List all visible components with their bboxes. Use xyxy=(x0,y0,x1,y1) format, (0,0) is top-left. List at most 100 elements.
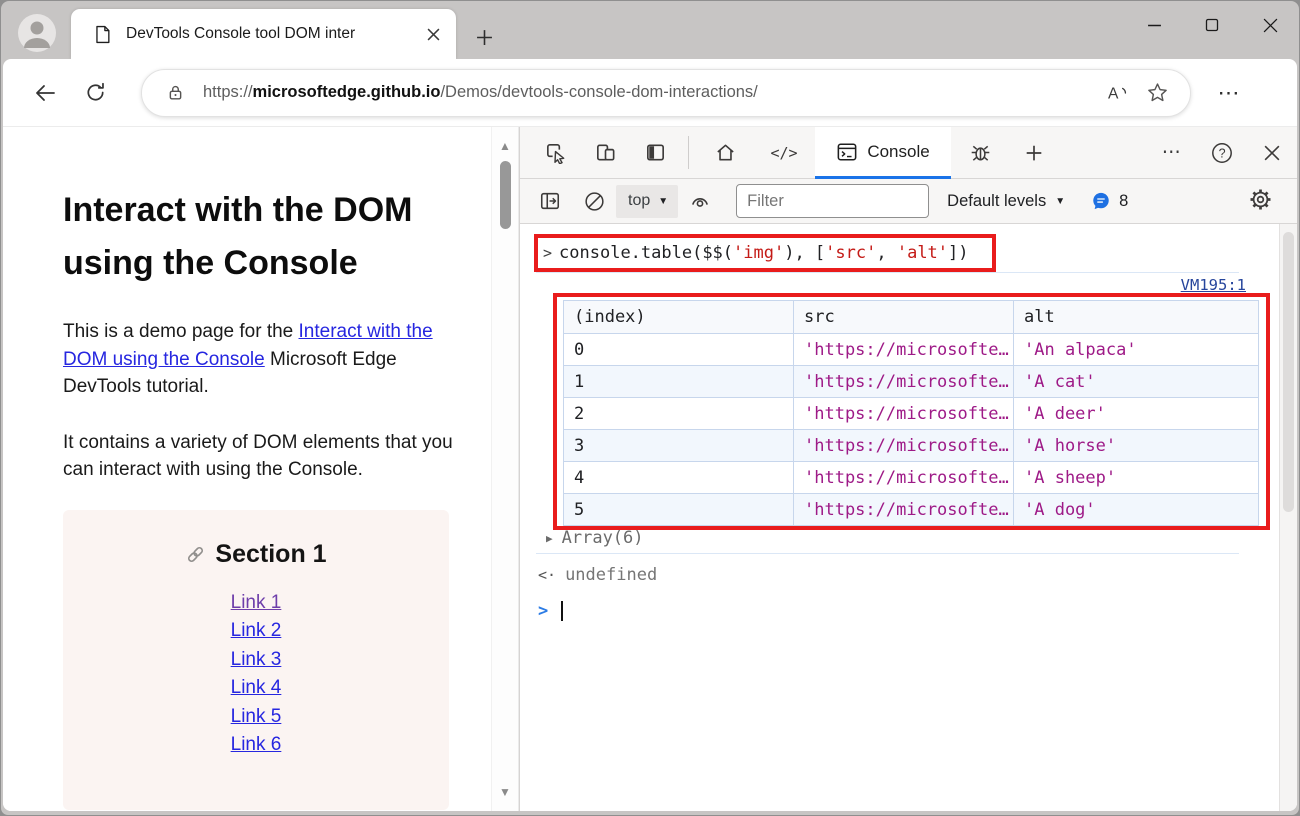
section-link[interactable]: Link 1 xyxy=(231,592,282,613)
table-cell: 'A sheep' xyxy=(1014,462,1259,494)
more-tabs-button[interactable] xyxy=(1009,127,1059,178)
profile-avatar[interactable] xyxy=(15,11,59,55)
scrollbar-up-arrow[interactable]: ▲ xyxy=(492,139,518,153)
link-chain-icon xyxy=(185,544,206,565)
console-sidebar-toggle[interactable] xyxy=(528,179,572,223)
levels-label: Default levels xyxy=(947,192,1046,211)
issues-counter[interactable]: 8 xyxy=(1091,191,1128,211)
section-1-heading: Section 1 xyxy=(73,540,439,569)
dock-side-button[interactable] xyxy=(630,127,680,178)
clear-console-button[interactable] xyxy=(572,179,616,223)
table-cell: 'A deer' xyxy=(1014,398,1259,430)
text-cursor xyxy=(561,601,563,621)
address-bar[interactable]: https://microsoftedge.github.io/Demos/de… xyxy=(141,69,1191,117)
table-cell: 'https://microsofte… xyxy=(794,398,1014,430)
star-icon xyxy=(1146,81,1169,104)
table-cell: 'A dog' xyxy=(1014,494,1259,526)
maximize-icon xyxy=(1205,18,1219,32)
maximize-button[interactable] xyxy=(1183,1,1241,49)
array-result-row[interactable]: ▶ Array(6) xyxy=(546,528,644,548)
toolbar-separator xyxy=(688,136,689,169)
tab-welcome[interactable] xyxy=(697,127,753,178)
table-cell: 'https://microsofte… xyxy=(794,462,1014,494)
log-divider xyxy=(536,272,1239,273)
section-link[interactable]: Link 3 xyxy=(231,649,282,670)
table-cell: 5 xyxy=(564,494,794,526)
table-cell: 'https://microsofte… xyxy=(794,334,1014,366)
section-link-item: Link 2 xyxy=(73,617,439,646)
read-aloud-button[interactable]: A xyxy=(1100,74,1138,112)
tab-debugger[interactable] xyxy=(951,127,1009,178)
console-prompt[interactable]: > xyxy=(538,601,563,621)
log-levels-dropdown[interactable]: Default levels ▼ xyxy=(947,192,1065,211)
browser-tab[interactable]: DevTools Console tool DOM inter xyxy=(71,9,456,59)
plus-icon xyxy=(476,29,493,46)
console-log-area[interactable]: > console.table($$('img'), ['src', 'alt'… xyxy=(520,224,1279,811)
devtools-help-button[interactable]: ? xyxy=(1197,127,1247,178)
command-token: ]) xyxy=(948,243,968,263)
scrollbar-down-arrow[interactable]: ▼ xyxy=(492,785,518,799)
section-link-item: Link 3 xyxy=(73,646,439,675)
context-label: top xyxy=(628,192,650,210)
address-toolbar: https://microsoftedge.github.io/Demos/de… xyxy=(3,59,1297,126)
chevron-down-icon: ▼ xyxy=(658,196,668,207)
command-token: 'img' xyxy=(733,243,784,263)
url-domain: microsoftedge.github.io xyxy=(253,83,441,101)
command-annotation-box: > console.table($$('img'), ['src', 'alt'… xyxy=(534,234,996,272)
close-devtools-button[interactable] xyxy=(1247,127,1297,178)
section-link-item: Link 1 xyxy=(73,589,439,618)
source-location-link[interactable]: VM195:1 xyxy=(1181,276,1246,294)
javascript-context-selector[interactable]: top ▼ xyxy=(616,185,678,218)
devtools-panel: </> Console xyxy=(519,127,1297,811)
tab-sources[interactable]: </> xyxy=(753,127,815,178)
inspect-tool-button[interactable] xyxy=(530,127,580,178)
bug-icon xyxy=(969,141,992,164)
devtools-scrollbar[interactable] xyxy=(1279,224,1297,811)
section-link-item: Link 6 xyxy=(73,731,439,760)
devtools-settings-button[interactable] xyxy=(1248,187,1273,212)
tab-strip: DevTools Console tool DOM inter xyxy=(1,1,1299,59)
command-token: 'src' xyxy=(825,243,876,263)
log-divider xyxy=(536,553,1239,554)
table-cell: 'A horse' xyxy=(1014,430,1259,462)
section-1-card: Section 1 Link 1 Link 2 Link 3 Link 4 Link 5… xyxy=(63,510,449,810)
issues-chat-icon xyxy=(1091,191,1111,211)
section-link[interactable]: Link 4 xyxy=(231,677,282,698)
url-text: https://microsoftedge.github.io/Demos/de… xyxy=(203,83,1100,102)
back-button[interactable] xyxy=(25,73,65,113)
issues-count: 8 xyxy=(1119,192,1128,211)
plus-icon xyxy=(1025,144,1043,162)
back-arrow-icon xyxy=(33,81,57,105)
console-filter-input[interactable] xyxy=(736,184,929,218)
ellipsis-icon: ⋯ xyxy=(1162,141,1183,164)
refresh-button[interactable] xyxy=(75,73,115,113)
tab-console-active[interactable]: Console xyxy=(815,127,951,179)
live-expression-button[interactable] xyxy=(678,179,722,223)
table-row: 3'https://microsofte…'A horse' xyxy=(564,430,1259,462)
close-icon xyxy=(1264,145,1280,161)
section-link[interactable]: Link 6 xyxy=(231,734,282,755)
page-scrollbar[interactable]: ▲ ▼ xyxy=(491,127,519,811)
devtools-menu-button[interactable]: ⋯ xyxy=(1147,127,1197,178)
new-tab-button[interactable] xyxy=(467,23,501,51)
page-title: Interact with the DOM using the Console xyxy=(63,184,455,290)
svg-text:A: A xyxy=(1108,85,1119,102)
scrollbar-thumb[interactable] xyxy=(500,161,511,229)
ellipsis-icon: ⋯ xyxy=(1218,80,1241,106)
table-column-header[interactable]: src xyxy=(794,301,1014,334)
dock-panel-icon xyxy=(644,141,667,164)
table-cell: 4 xyxy=(564,462,794,494)
expand-triangle-icon[interactable]: ▶ xyxy=(546,532,553,545)
browser-menu-button[interactable]: ⋯ xyxy=(1209,73,1249,113)
section-link[interactable]: Link 2 xyxy=(231,620,282,641)
tab-close-button[interactable] xyxy=(420,21,446,47)
minimize-button[interactable] xyxy=(1125,1,1183,49)
close-window-button[interactable] xyxy=(1241,1,1299,49)
device-emulation-button[interactable] xyxy=(580,127,630,178)
table-column-header[interactable]: alt xyxy=(1014,301,1259,334)
devtools-scrollbar-thumb[interactable] xyxy=(1283,232,1294,512)
section-link[interactable]: Link 5 xyxy=(231,706,282,727)
favorites-button[interactable] xyxy=(1138,74,1176,112)
table-column-header[interactable]: (index) xyxy=(564,301,794,334)
table-cell: 1 xyxy=(564,366,794,398)
